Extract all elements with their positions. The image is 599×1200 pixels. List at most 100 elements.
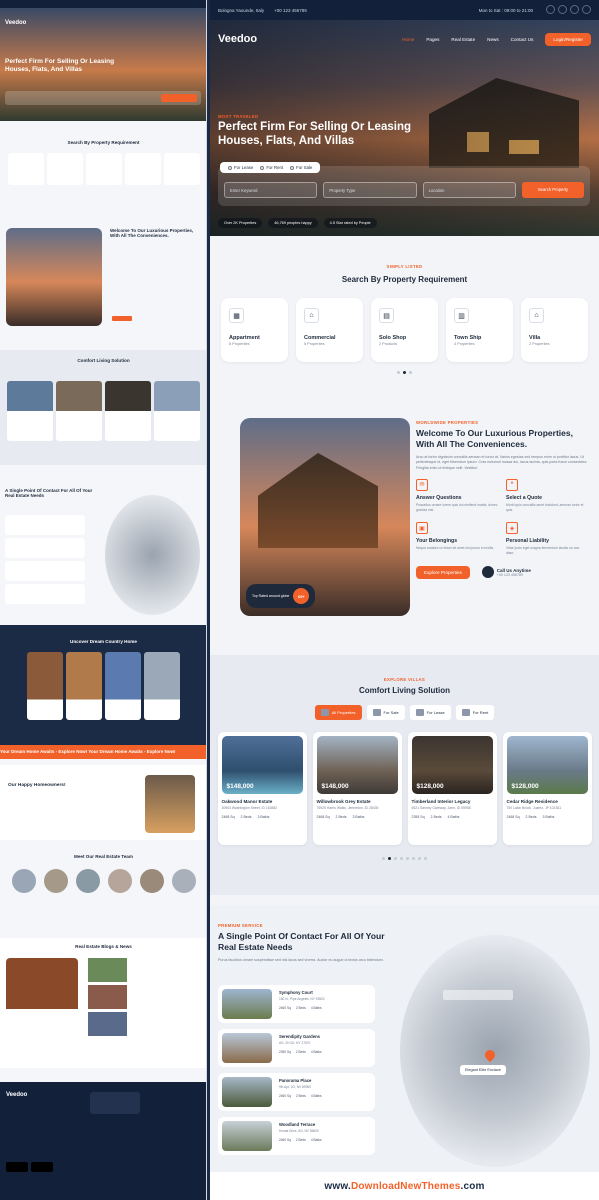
- facebook-icon[interactable]: [546, 5, 555, 14]
- radio-for-rent[interactable]: For Rent: [260, 165, 283, 170]
- shield-icon: ◈: [506, 522, 518, 535]
- thumb-hero: Veedoo Perfect Firm For Selling Or Leasi…: [0, 8, 206, 121]
- instagram-icon[interactable]: [582, 5, 591, 14]
- category-card-town-ship[interactable]: ▥ Town Ship 4 Properties: [446, 298, 513, 362]
- property-card[interactable]: $148,000 Oakwood Manor Estate 30963 Washin…: [217, 732, 307, 845]
- nav-contact[interactable]: Contact Us: [511, 37, 534, 42]
- thumb-logo: Veedoo: [5, 20, 27, 26]
- property-card[interactable]: $148,000 Willowbrook Grey Estate 75925 Har…: [312, 732, 402, 845]
- login-register-button[interactable]: Login/Register: [545, 32, 591, 46]
- contact-section: PREMIUM SERVICE A Single Point Of Contac…: [210, 905, 599, 1175]
- feature-select-quote: ❝ Select a Quote Morbi quis convallis amet…: [506, 478, 588, 513]
- phone-icon: [481, 566, 494, 579]
- listing-type-radios: For Lease For Rent For Sale: [220, 162, 321, 173]
- map-pin-icon[interactable]: [482, 1047, 498, 1063]
- feature-liability: ◈ Personal Liability Vitae justo eget magn…: [506, 522, 588, 556]
- phone-text: +00 123 456789: [274, 7, 307, 13]
- box-icon: ▣: [416, 522, 428, 535]
- thumb-blogs: Real Estate Blogs & News: [0, 938, 206, 1068]
- radio-for-lease[interactable]: For Lease: [228, 165, 253, 170]
- thumb-country-title: Uncover Dream Country Home: [70, 639, 137, 644]
- nav-pages[interactable]: Pages: [426, 37, 439, 42]
- listing-item[interactable]: Symphony Court 160 N., Pipe Angeles, NY 9…: [218, 985, 375, 1023]
- categories-title: Search By Property Requirement: [341, 275, 468, 284]
- store-icon: ▤: [379, 308, 394, 323]
- thumb-team: Meet Our Real Estate Team: [0, 848, 206, 938]
- screenshot-stage: Veedoo Perfect Firm For Selling Or Leasi…: [0, 0, 599, 1200]
- radio-for-sale[interactable]: For Sale: [290, 165, 312, 170]
- tab-for-lease[interactable]: For Lease: [409, 705, 451, 720]
- categories-pagination[interactable]: [210, 371, 599, 374]
- thumb-testimonial: Our Happy Homeowners!: [0, 765, 206, 840]
- hero-stats: Over 2K Properties 46,769 peoples happy …: [218, 218, 377, 228]
- villa-icon: ⌂: [529, 308, 544, 323]
- welcome-house-image: Top Rated around globe 69+: [240, 418, 410, 616]
- category-card-appartment[interactable]: ▦ Appartment 6 Properties: [221, 298, 288, 362]
- map-label: Elegant Elite Enclave: [460, 1065, 506, 1075]
- keyword-input[interactable]: Enter Keyword: [224, 182, 318, 198]
- hero-section: Veedoo Home Pages Real Estate News Conta…: [210, 20, 599, 236]
- thumb-team-title: Meet Our Real Estate Team: [74, 854, 133, 859]
- listing-item[interactable]: Serendipity Gardens AG, 2H 0D, NY 27670 23…: [218, 1029, 375, 1067]
- thumb-welcome: Welcome To Our Luxurious Properties, Wit…: [0, 220, 206, 330]
- township-icon: ▥: [454, 308, 469, 323]
- comfort-pagination[interactable]: [210, 857, 599, 860]
- category-card-villa[interactable]: ⌂ Villa 2 Properties: [521, 298, 588, 362]
- property-card[interactable]: $128,000 Timberland Interior Legacy 6521 S…: [407, 732, 497, 845]
- thumb-happy-title: Our Happy Homeowners!: [8, 783, 66, 788]
- thumb-welcome-title: Welcome To Our Luxurious Properties, Wit…: [110, 228, 194, 239]
- shop-icon: ⌂: [304, 308, 319, 323]
- thumb-ticker: Your Dream Home Awaits - Explore Now! Yo…: [0, 745, 206, 759]
- property-card[interactable]: $128,000 Cedar Ridge Residence 750 Lakin B…: [502, 732, 592, 845]
- hero-title: Perfect Firm For Selling Or Leasing Hous…: [218, 121, 411, 148]
- thumb-comfort-title: Comfort Living Solution: [77, 358, 130, 363]
- nav-news[interactable]: News: [487, 37, 499, 42]
- tab-for-sale[interactable]: For Sale: [366, 705, 405, 720]
- welcome-paragraph: Arcu at tortor dignissim convallis aenea…: [416, 455, 588, 470]
- thumb-hero-title: Perfect Firm For Selling Or Leasing Hous…: [5, 58, 115, 73]
- welcome-section: Top Rated around globe 69+ WORLDWIDE PROP…: [210, 398, 599, 643]
- nav-real-estate[interactable]: Real Estate: [451, 37, 475, 42]
- full-page-thumbnail: Veedoo Perfect Firm For Selling Or Leasi…: [0, 0, 207, 1200]
- tab-for-rent[interactable]: For Rent: [455, 705, 495, 720]
- category-card-solo-shop[interactable]: ▤ Solo Shop 2 Products: [371, 298, 438, 362]
- comfort-eyebrow: EXPLORE VILLAS: [383, 677, 426, 682]
- property-type-select[interactable]: Property Type: [323, 182, 417, 198]
- search-property-button[interactable]: Search Property: [521, 182, 584, 198]
- chat-icon: ✉: [416, 478, 428, 491]
- comfort-title: Comfort Living Solution: [358, 686, 451, 695]
- linkedin-icon[interactable]: [570, 5, 579, 14]
- location-text: Bologna Yaounde, Italy: [218, 7, 265, 13]
- thumb-categories: Search By Property Requirement: [0, 140, 206, 185]
- watermark: www. DownloadNewThemes .com: [210, 1172, 599, 1200]
- top-rated-badge: Top Rated around globe 69+: [246, 584, 316, 608]
- location-map[interactable]: Elegant Elite Enclave: [400, 935, 590, 1167]
- thumb-footer: Veedoo: [0, 1082, 206, 1200]
- thumb-topbar: [0, 0, 206, 8]
- top-info-bar: Bologna Yaounde, Italy +00 123 456789 Mo…: [210, 0, 599, 20]
- map-search-bar[interactable]: [443, 990, 513, 1000]
- listing-item[interactable]: Panorama Place 9th Apt, 2G, NV 89960 2460 …: [218, 1073, 375, 1111]
- call-us[interactable]: Call Us Anytime +00 123 456789: [481, 566, 531, 579]
- thumb-blogs-title: Real Estate Blogs & News: [75, 944, 132, 949]
- comfort-section: EXPLORE VILLAS Comfort Living Solution A…: [210, 655, 599, 895]
- stat-rating: 4.5 Star rated by People: [323, 218, 377, 228]
- explore-properties-button[interactable]: Explore Properties: [416, 565, 470, 579]
- category-card-commercial[interactable]: ⌂ Commercial 5 Properties: [296, 298, 363, 362]
- welcome-eyebrow: WORLDWIDE PROPERTIES: [416, 420, 479, 425]
- building-icon: ▦: [229, 308, 244, 323]
- thumb-contact-title: A Single Point Of Contact For All Of You…: [5, 488, 93, 499]
- tab-all-properties[interactable]: All Properties: [314, 705, 362, 720]
- listing-item[interactable]: Woodland Terrace Kerala Drive, AG, NV 566…: [218, 1117, 375, 1155]
- hero-eyebrow: MOST TRAVELED: [218, 114, 259, 119]
- categories-eyebrow: SIMPLY LISTED: [386, 264, 423, 269]
- twitter-icon[interactable]: [558, 5, 567, 14]
- location-select[interactable]: Location: [422, 182, 516, 198]
- site-logo[interactable]: Veedoo: [218, 33, 390, 45]
- stat-properties: Over 2K Properties: [218, 218, 263, 228]
- contact-title: A Single Point Of Contact For All Of You…: [218, 931, 385, 952]
- thumb-country: Uncover Dream Country Home: [0, 625, 206, 745]
- quote-icon: ❝: [506, 478, 518, 491]
- stat-happy: 46,769 peoples happy: [268, 218, 318, 228]
- nav-home[interactable]: Home: [402, 37, 414, 42]
